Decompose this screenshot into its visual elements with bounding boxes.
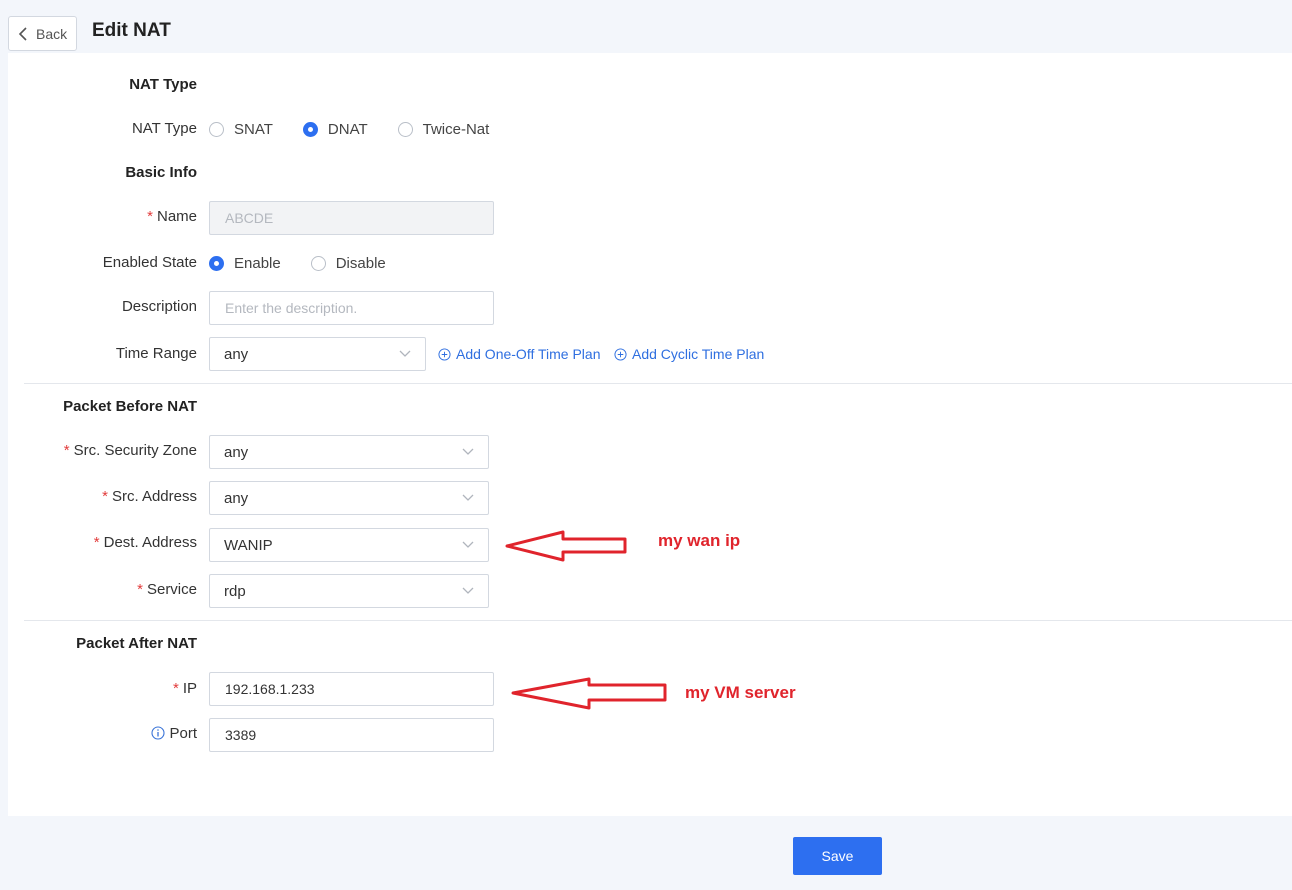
- section-title-packet-before-nat: Packet Before NAT: [63, 398, 197, 415]
- radio-dnat[interactable]: DNAT: [302, 121, 368, 138]
- name-input[interactable]: ABCDE: [209, 201, 494, 235]
- service-label: * Service: [20, 581, 197, 598]
- enabled-state-label: Enabled State: [102, 254, 197, 271]
- radio-snat[interactable]: SNAT: [209, 121, 273, 138]
- page-header: Back Edit NAT: [0, 0, 1292, 52]
- radio-twice-nat-label: Twice-Nat: [422, 121, 490, 138]
- section-divider: [24, 383, 1292, 384]
- required-marker: *: [137, 581, 143, 598]
- src-security-zone-label-text: Src. Security Zone: [73, 442, 197, 459]
- radio-circle: [209, 256, 224, 271]
- radio-circle: [302, 122, 318, 137]
- chevron-left-icon: [18, 26, 27, 41]
- src-security-zone-label: * Src. Security Zone: [20, 442, 197, 459]
- enabled-state-radio-group: Enable Disable: [209, 255, 408, 272]
- chevron-down-icon: [462, 541, 474, 548]
- time-range-select[interactable]: any: [209, 337, 426, 371]
- plus-circle-icon: [614, 347, 627, 361]
- src-security-zone-value: any: [224, 443, 249, 461]
- service-label-text: Service: [146, 581, 197, 598]
- annotation-wan-ip: my wan ip: [658, 531, 741, 550]
- radio-disable[interactable]: Disable: [310, 255, 386, 272]
- required-marker: *: [172, 680, 179, 697]
- annotation-arrow-vm: [511, 677, 667, 710]
- required-marker: *: [93, 534, 100, 551]
- section-title-packet-after-nat: Packet After NAT: [76, 635, 197, 652]
- time-range-value: any: [224, 345, 249, 363]
- description-label: Description: [121, 298, 197, 315]
- src-security-zone-select[interactable]: any: [209, 435, 489, 469]
- ip-label: * IP: [60, 680, 197, 697]
- service-value: rdp: [224, 582, 246, 600]
- port-label: Port: [60, 725, 197, 744]
- service-select[interactable]: rdp: [209, 574, 489, 608]
- radio-circle: [209, 122, 224, 137]
- annotation-vm-server: my VM server: [685, 683, 796, 702]
- add-cyclic-time-plan-link[interactable]: Add Cyclic Time Plan: [614, 346, 764, 362]
- back-label: Back: [36, 25, 68, 42]
- port-label-text: Port: [169, 725, 197, 742]
- required-marker: *: [63, 442, 70, 459]
- back-button[interactable]: Back: [8, 16, 77, 51]
- section-divider: [24, 620, 1292, 621]
- chevron-down-icon: [399, 350, 411, 357]
- radio-dnat-label: DNAT: [327, 121, 368, 138]
- add-one-off-time-plan-link[interactable]: Add One-Off Time Plan: [438, 346, 600, 362]
- page-title: Edit NAT: [92, 20, 171, 41]
- nat-type-label: NAT Type: [131, 120, 197, 137]
- description-input[interactable]: Enter the description.: [209, 291, 494, 325]
- radio-twice-nat[interactable]: Twice-Nat: [397, 121, 490, 138]
- radio-snat-label: SNAT: [234, 121, 273, 138]
- nat-type-radio-group: SNAT DNAT Twice-Nat: [209, 121, 511, 138]
- chevron-down-icon: [462, 448, 474, 455]
- required-marker: *: [102, 488, 108, 505]
- radio-circle: [397, 122, 413, 137]
- info-icon[interactable]: [151, 726, 166, 744]
- src-address-value: any: [224, 489, 249, 507]
- save-button[interactable]: Save: [793, 837, 882, 875]
- chevron-down-icon: [462, 494, 474, 501]
- src-address-label-text: Src. Address: [111, 488, 197, 505]
- radio-disable-label: Disable: [335, 255, 386, 272]
- time-range-label: Time Range: [115, 345, 197, 362]
- src-address-label: * Src. Address: [20, 488, 197, 505]
- required-marker: *: [147, 208, 153, 225]
- section-title-nat-type: NAT Type: [129, 76, 197, 93]
- radio-circle: [310, 256, 326, 271]
- dest-address-label: * Dest. Address: [20, 534, 197, 551]
- chevron-down-icon: [462, 587, 474, 594]
- src-address-select[interactable]: any: [209, 481, 489, 515]
- plus-circle-icon: [438, 347, 451, 361]
- dest-address-label-text: Dest. Address: [103, 534, 197, 551]
- ip-input[interactable]: 192.168.1.233: [209, 672, 494, 706]
- port-input[interactable]: 3389: [209, 718, 494, 752]
- add-one-off-label: Add One-Off Time Plan: [456, 346, 601, 362]
- name-label-text: Name: [156, 208, 197, 225]
- ip-label-text: IP: [182, 680, 197, 697]
- dest-address-select[interactable]: WANIP: [209, 528, 489, 562]
- dest-address-value: WANIP: [224, 536, 273, 554]
- add-cyclic-label: Add Cyclic Time Plan: [632, 346, 765, 362]
- section-title-basic-info: Basic Info: [125, 164, 197, 181]
- radio-enable[interactable]: Enable: [209, 255, 281, 272]
- annotation-arrow-wan: [505, 530, 627, 562]
- radio-enable-label: Enable: [234, 255, 281, 272]
- name-label: * Name: [60, 208, 197, 225]
